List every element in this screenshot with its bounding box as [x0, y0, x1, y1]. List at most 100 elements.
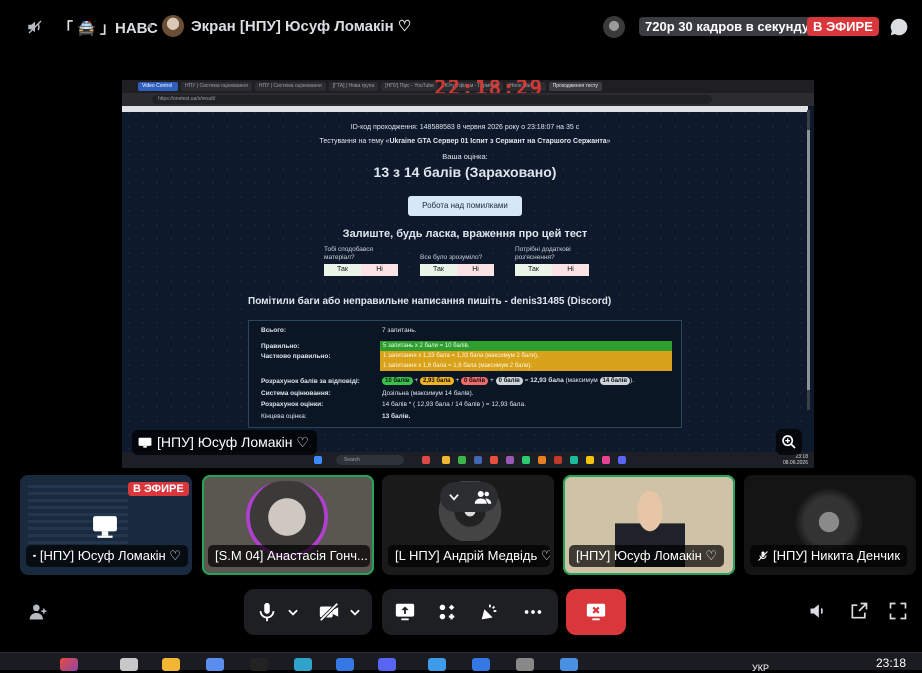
discord-icon[interactable]	[378, 658, 396, 671]
settings-icon[interactable]	[516, 658, 534, 671]
collapse-tiles-button[interactable]	[440, 482, 498, 512]
app-icon	[422, 456, 430, 464]
system-clock[interactable]: 23:18	[876, 656, 906, 670]
feedback-no-button[interactable]: Ні	[552, 264, 589, 276]
language-indicator[interactable]: УКР	[752, 663, 769, 673]
calc-max-suffix: ).	[630, 377, 634, 384]
app-icon	[570, 456, 578, 464]
calc-max-prefix: (максимум	[566, 377, 598, 384]
browser-tab[interactable]: НПУ | Система оцінювання	[255, 82, 326, 91]
browser-tab[interactable]: [ГТА] | Нова група	[329, 82, 378, 91]
mic-camera-controls	[244, 589, 372, 635]
summary-value: Дозільна (максимум 14 балів).	[382, 390, 474, 397]
bug-report-note: Помітили баги або неправильне написання …	[248, 296, 611, 307]
tiktok-icon[interactable]	[250, 658, 268, 671]
participant-tile[interactable]: [L НПУ] Андрій Медвідь ♡	[382, 475, 554, 575]
camera-off-icon[interactable]	[318, 601, 340, 623]
summary-label: Всього:	[261, 327, 286, 334]
more-options-icon[interactable]	[522, 601, 544, 623]
call-header: 「 🚔 」НАВС Экран [НПУ] Юсуф Ломакін ♡ 720…	[0, 0, 922, 52]
zoom-in-icon	[781, 434, 797, 450]
notepad-icon[interactable]	[120, 658, 138, 671]
live-badge: В ЭФИРЕ	[807, 17, 879, 36]
summary-label: Кінцева оцінка:	[261, 413, 307, 420]
summary-label: Правильно:	[261, 343, 299, 350]
end-stream-icon	[585, 601, 607, 623]
partial-bar: 1 запитання x 1,33 бала = 1,33 бала (мак…	[380, 351, 672, 371]
fullscreen-icon[interactable]	[888, 601, 908, 621]
participant-name: [S.M 04] Анастасія Гонч...	[208, 545, 370, 567]
scrollbar-thumb[interactable]	[807, 130, 810, 390]
participant-name: [НПУ] Юсуф Ломакін ♡	[26, 545, 188, 567]
disconnect-button[interactable]	[566, 589, 626, 635]
browser-tab[interactable]: Video Control	[138, 82, 178, 91]
feedback-yes-button[interactable]: Так	[515, 264, 552, 276]
app-icon	[458, 456, 466, 464]
app-icon	[442, 456, 450, 464]
feedback-yes-no: Так Ні	[515, 264, 589, 276]
popout-icon[interactable]	[849, 601, 869, 621]
partial-line: 1 запитання x 1,6 бала = 1,6 бала (макси…	[383, 361, 672, 371]
app-icon	[602, 456, 610, 464]
chevron-down-icon[interactable]	[286, 601, 300, 623]
chat-icon[interactable]	[888, 16, 910, 38]
shared-search-box: Search	[336, 455, 404, 465]
shared-screen[interactable]: Video Control НПУ | Система оцінювання Н…	[122, 80, 814, 468]
app-icon[interactable]	[472, 658, 490, 671]
app-icon	[522, 456, 530, 464]
feedback-yes-no: Так Ні	[420, 264, 494, 276]
zoom-button[interactable]	[776, 429, 802, 455]
folder-icon[interactable]	[162, 658, 180, 671]
test-result-page: ID-код проходження: 148588583 8 червня 2…	[122, 106, 814, 452]
viewer-avatar[interactable]	[603, 16, 625, 38]
invite-user-icon[interactable]	[28, 602, 48, 622]
browser-tab[interactable]: [НПУ] Пірс - YouTube	[381, 82, 438, 91]
windows-start-icon	[314, 456, 322, 464]
participant-tile[interactable]: [S.M 04] Анастасія Гонч...	[202, 475, 374, 575]
soundboard-icon[interactable]	[478, 601, 500, 623]
result-summary-box: Всього: 7 запитань. Правильно: 5 запитан…	[248, 320, 682, 428]
calc-op: +	[490, 377, 494, 384]
feedback-no-button[interactable]: Ні	[457, 264, 494, 276]
app-icon	[554, 456, 562, 464]
feedback-question: Тобі сподобався матеріал?	[324, 246, 404, 262]
microphone-icon[interactable]	[256, 601, 278, 623]
store-icon[interactable]	[206, 658, 224, 671]
windows-taskbar: УКР 23:18	[0, 652, 922, 670]
chevron-down-icon[interactable]	[348, 601, 362, 623]
app-icon[interactable]	[60, 658, 78, 671]
feedback-no-button[interactable]: Ні	[361, 264, 398, 276]
app-icon	[490, 456, 498, 464]
calendar-icon[interactable]	[560, 658, 578, 671]
volume-icon[interactable]	[808, 601, 828, 621]
screen-share-icon[interactable]	[394, 601, 416, 623]
summary-label: Розрахунок оцінки:	[261, 401, 323, 408]
app-icon	[506, 456, 514, 464]
app-icon	[586, 456, 594, 464]
calc-pill: 2,93 бала	[420, 377, 454, 385]
calc-pill: 0 балів	[461, 377, 488, 385]
participant-name: [НПУ] Юсуф Ломакін ♡	[569, 545, 724, 567]
edge-icon[interactable]	[294, 658, 312, 671]
browser-tab-active[interactable]: Проходження тесту	[549, 82, 602, 91]
telegram-icon[interactable]	[428, 658, 446, 671]
test-topic: Тестування на тему «Ukraine GTA Сервер 0…	[122, 138, 808, 145]
activities-icon[interactable]	[436, 601, 458, 623]
participant-tile[interactable]: [НПУ] Никита Денчик	[744, 475, 916, 575]
activity-controls	[382, 589, 558, 635]
page-scrollbar[interactable]	[807, 110, 810, 410]
screen-share-icon	[138, 437, 152, 449]
feedback-yes-button[interactable]: Так	[324, 264, 361, 276]
app-icon[interactable]	[336, 658, 354, 671]
review-mistakes-button[interactable]: Робота над помилками	[408, 196, 522, 216]
participant-tile[interactable]: В ЭФИРЕ [НПУ] Юсуф Ломакін ♡	[20, 475, 192, 575]
participant-tile[interactable]: [НПУ] Юсуф Ломакін ♡	[563, 475, 735, 575]
summary-value: 13 балів.	[382, 413, 410, 420]
browser-tab[interactable]: НПУ | Система оцінювання	[181, 82, 252, 91]
live-badge: В ЭФИРЕ	[128, 482, 189, 496]
calc-max: 14 балів	[600, 377, 631, 385]
url-field[interactable]: https://onetest.ua/s/result/	[152, 95, 712, 104]
server-name[interactable]: 「 🚔 」НАВС	[58, 17, 158, 38]
feedback-yes-button[interactable]: Так	[420, 264, 457, 276]
feedback-title: Залиште, будь ласка, враження про цей те…	[122, 228, 808, 240]
